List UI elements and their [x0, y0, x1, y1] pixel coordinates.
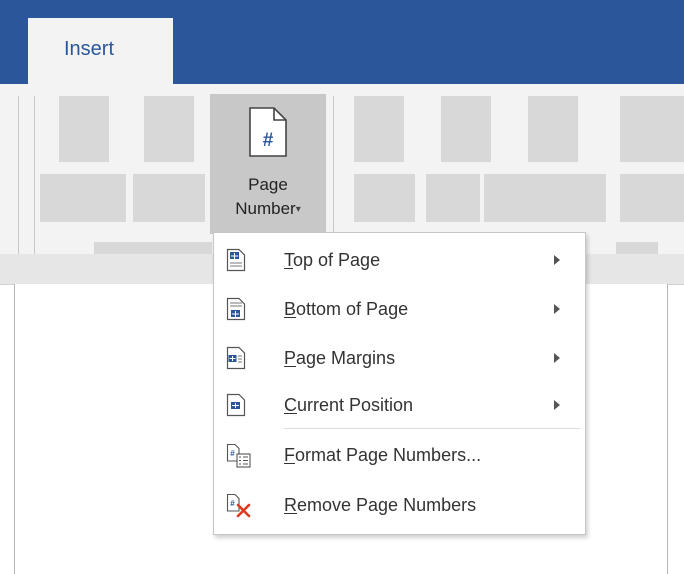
ribbon-placeholder-button[interactable]	[144, 96, 194, 162]
ribbon-placeholder-button[interactable]	[354, 96, 404, 162]
svg-text:#: #	[230, 499, 235, 508]
page-number-dropdown-menu: Top of Page Bottom of Page Page Margins …	[213, 232, 586, 535]
menu-item-label: urrent Position	[297, 395, 414, 415]
ribbon-placeholder-button[interactable]	[528, 96, 578, 162]
page-number-button[interactable]: # Page Number▾	[210, 94, 326, 234]
menu-item-top-of-page[interactable]: Top of Page	[214, 236, 585, 284]
ribbon-placeholder-button[interactable]	[620, 174, 684, 222]
page-number-label-text: Number	[235, 199, 296, 218]
submenu-arrow-icon	[554, 353, 560, 363]
menu-item-remove-page-numbers[interactable]: # Remove Page Numbers	[214, 481, 585, 529]
ribbon-group-separator	[18, 96, 19, 256]
current-position-icon	[226, 393, 246, 417]
tab-insert[interactable]: Insert	[28, 18, 173, 84]
top-of-page-icon	[226, 248, 246, 272]
menu-item-accelerator: F	[284, 445, 295, 465]
remove-page-numbers-icon: #	[226, 493, 251, 518]
ribbon-placeholder-button[interactable]	[441, 96, 491, 162]
menu-item-current-position[interactable]: Current Position	[214, 381, 585, 429]
bottom-of-page-icon	[226, 297, 246, 321]
page-number-label-line2: Number▾	[210, 198, 326, 221]
page-margins-icon	[226, 346, 246, 370]
svg-text:#: #	[230, 449, 235, 458]
ribbon-placeholder-button[interactable]	[426, 174, 480, 222]
format-page-numbers-icon: #	[226, 443, 251, 468]
ribbon-placeholder-button[interactable]	[354, 174, 415, 222]
ribbon-placeholder-button[interactable]	[484, 174, 606, 222]
menu-item-format-page-numbers[interactable]: # Format Page Numbers...	[214, 431, 585, 479]
menu-item-accelerator: P	[284, 348, 297, 368]
menu-item-label: ottom of Page	[296, 299, 409, 319]
ribbon-group-separator	[34, 96, 35, 256]
ribbon-panel	[0, 84, 684, 262]
menu-item-accelerator: B	[284, 299, 297, 319]
submenu-arrow-icon	[554, 255, 560, 265]
menu-item-label: emove Page Numbers	[297, 495, 477, 515]
menu-item-page-margins[interactable]: Page Margins	[214, 334, 585, 382]
page-number-icon: #	[249, 107, 287, 157]
menu-item-label: age Margins	[296, 348, 396, 368]
dropdown-caret-icon: ▾	[295, 204, 301, 215]
menu-item-label: ormat Page Numbers...	[295, 445, 482, 465]
menu-item-bottom-of-page[interactable]: Bottom of Page	[214, 285, 585, 333]
ribbon-tab-bar: Insert	[0, 0, 684, 84]
ribbon-placeholder-button[interactable]	[40, 174, 126, 222]
menu-item-accelerator: C	[284, 395, 297, 415]
submenu-arrow-icon	[554, 400, 560, 410]
submenu-arrow-icon	[554, 304, 560, 314]
ribbon-placeholder-button[interactable]	[133, 174, 205, 222]
ribbon-placeholder-button[interactable]	[620, 96, 684, 162]
menu-item-label: op of Page	[293, 250, 381, 270]
page-number-label-line1: Page	[248, 175, 288, 194]
menu-item-accelerator: R	[284, 495, 297, 515]
menu-separator	[284, 428, 580, 429]
ribbon-placeholder-button[interactable]	[59, 96, 109, 162]
page-number-icon-glyph: #	[263, 130, 274, 151]
menu-item-accelerator: T	[284, 250, 293, 270]
